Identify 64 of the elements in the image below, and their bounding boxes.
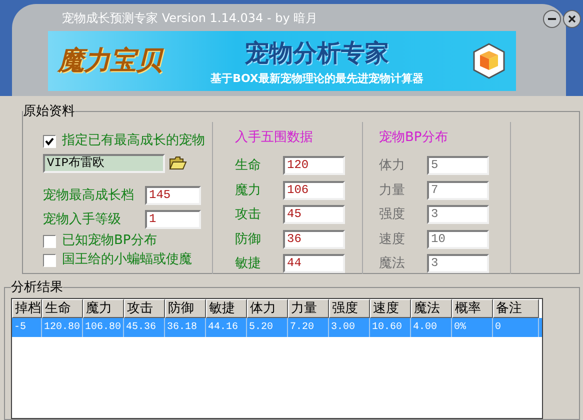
- column-header[interactable]: 魔法: [411, 298, 452, 318]
- table-cell: 106.80: [83, 318, 124, 336]
- pet-name-field[interactable]: VIP布雷欧: [43, 154, 165, 172]
- table-cell: -5: [12, 318, 42, 336]
- panel-title: 宠物BP分布: [379, 128, 449, 146]
- table-cell: 44.16: [206, 318, 247, 336]
- banner-heading: 宠物分析专家: [245, 38, 389, 69]
- column-header[interactable]: 速度: [370, 298, 411, 318]
- checkbox[interactable]: [43, 254, 56, 266]
- column-header[interactable]: 备注: [493, 298, 539, 318]
- column-header[interactable]: 体力: [247, 298, 288, 318]
- input-field[interactable]: 45: [283, 205, 345, 224]
- input-field[interactable]: 36: [283, 230, 345, 249]
- column-header[interactable]: 力量: [288, 298, 329, 318]
- table-cell: 10.60: [370, 318, 411, 336]
- table-cell: 0%: [452, 318, 493, 336]
- table-cell: 7.20: [288, 318, 329, 336]
- field-label: 魔力: [235, 182, 262, 200]
- window-title: 宠物成长预测专家 Version 1.14.034 - by 暗月: [62, 10, 319, 27]
- field-label: 敏捷: [235, 255, 262, 273]
- input-field[interactable]: 1: [145, 210, 201, 230]
- input-field[interactable]: 145: [145, 186, 201, 205]
- field-label: 速度: [379, 230, 406, 248]
- group-title: 原始资料: [23, 103, 75, 121]
- field-label: 魔法: [379, 255, 406, 273]
- field-label: 宠物最高成长档: [43, 186, 135, 204]
- column-header[interactable]: 生命: [42, 298, 83, 318]
- input-field[interactable]: 44: [283, 254, 345, 274]
- column-header[interactable]: 概率: [452, 298, 493, 318]
- cube-icon: [472, 43, 506, 79]
- close-icon: [568, 15, 576, 23]
- table-cell: 3.00: [329, 318, 370, 336]
- field-label: 生命: [235, 157, 262, 175]
- group-title: 分析结果: [11, 279, 63, 297]
- column-header[interactable]: 魔力: [83, 298, 124, 318]
- column-header[interactable]: 敏捷: [206, 298, 247, 318]
- table-cell: 45.36: [124, 318, 165, 336]
- field-label: 强度: [379, 206, 406, 224]
- field-label: 攻击: [235, 206, 262, 224]
- field-label: 力量: [379, 182, 406, 200]
- table-cell: 4.00: [411, 318, 452, 336]
- folder-icon[interactable]: [169, 156, 187, 170]
- checkbox-label: 国王给的小蝙蝠或使魔: [62, 251, 192, 270]
- column-header[interactable]: 防御: [165, 298, 206, 318]
- panel-title: 入手五围数据: [235, 128, 314, 146]
- field-label: 体力: [379, 157, 406, 175]
- table-cell: 36.18: [165, 318, 206, 336]
- checkbox[interactable]: [43, 134, 56, 148]
- column-header[interactable]: 强度: [329, 298, 370, 318]
- column-header[interactable]: 攻击: [124, 298, 165, 318]
- checkbox-label: 指定已有最高成长的宠物: [62, 132, 205, 150]
- checkbox-label: 已知宠物BP分布: [62, 232, 157, 250]
- field-label: 防御: [235, 230, 262, 248]
- input-field[interactable]: 106: [283, 180, 345, 200]
- table-cell: 0: [493, 318, 539, 336]
- close-button[interactable]: [563, 10, 581, 28]
- checkbox[interactable]: [43, 234, 56, 248]
- table-cell: 5.20: [247, 318, 288, 336]
- banner-logo: 魔力宝贝: [58, 44, 162, 78]
- banner-tagline: 基于BOX最新宠物理论的最先进宠物计算器: [210, 70, 424, 87]
- column-header[interactable]: 掉档: [12, 298, 42, 318]
- input-field[interactable]: 120: [283, 156, 345, 176]
- table-cell: 120.80: [42, 318, 83, 336]
- field-label: 宠物入手等级: [43, 211, 122, 229]
